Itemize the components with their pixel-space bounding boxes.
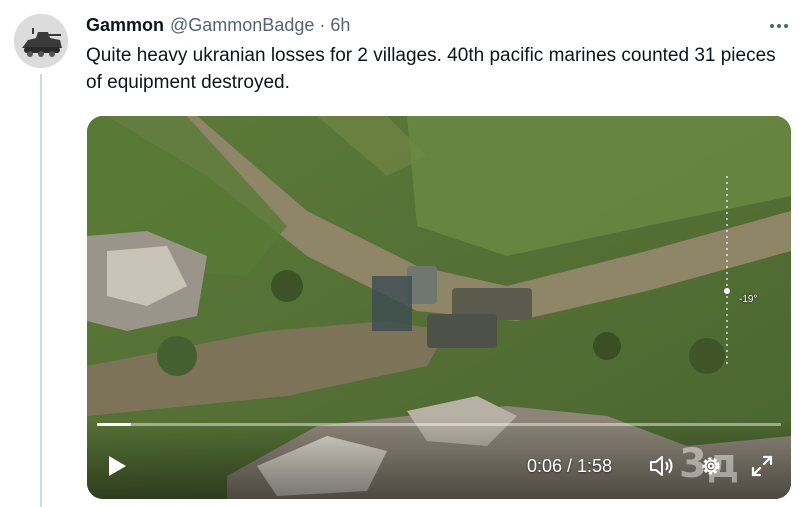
fullscreen-button[interactable]	[748, 454, 776, 482]
more-horizontal-icon	[769, 16, 789, 34]
video-timecode: 0:06 / 1:58	[527, 456, 613, 476]
tweet-text: Quite heavy ukranian losses for 2 villag…	[86, 45, 776, 93]
more-options-button[interactable]	[764, 14, 794, 36]
video-player[interactable]: -19° 0:06 / 1:58 3д	[87, 116, 791, 499]
volume-button[interactable]	[648, 454, 676, 482]
gear-icon	[699, 454, 723, 483]
thread-line	[40, 74, 42, 507]
fullscreen-icon	[750, 454, 774, 483]
display-name[interactable]: Gammon	[86, 15, 164, 36]
play-icon	[106, 454, 128, 483]
progress-fill	[97, 423, 132, 426]
avatar[interactable]	[14, 14, 68, 68]
play-button[interactable]	[101, 452, 133, 484]
volume-icon	[649, 454, 675, 483]
overlay-scale-label: -19°	[739, 294, 758, 305]
separator-dot: ·	[319, 14, 326, 35]
user-handle[interactable]: @GammonBadge	[170, 15, 314, 36]
progress-bar[interactable]	[97, 423, 781, 426]
timestamp[interactable]: 6h	[330, 15, 350, 36]
settings-button[interactable]	[697, 454, 725, 482]
tweet-header: Gammon @GammonBadge · 6h	[86, 14, 350, 36]
